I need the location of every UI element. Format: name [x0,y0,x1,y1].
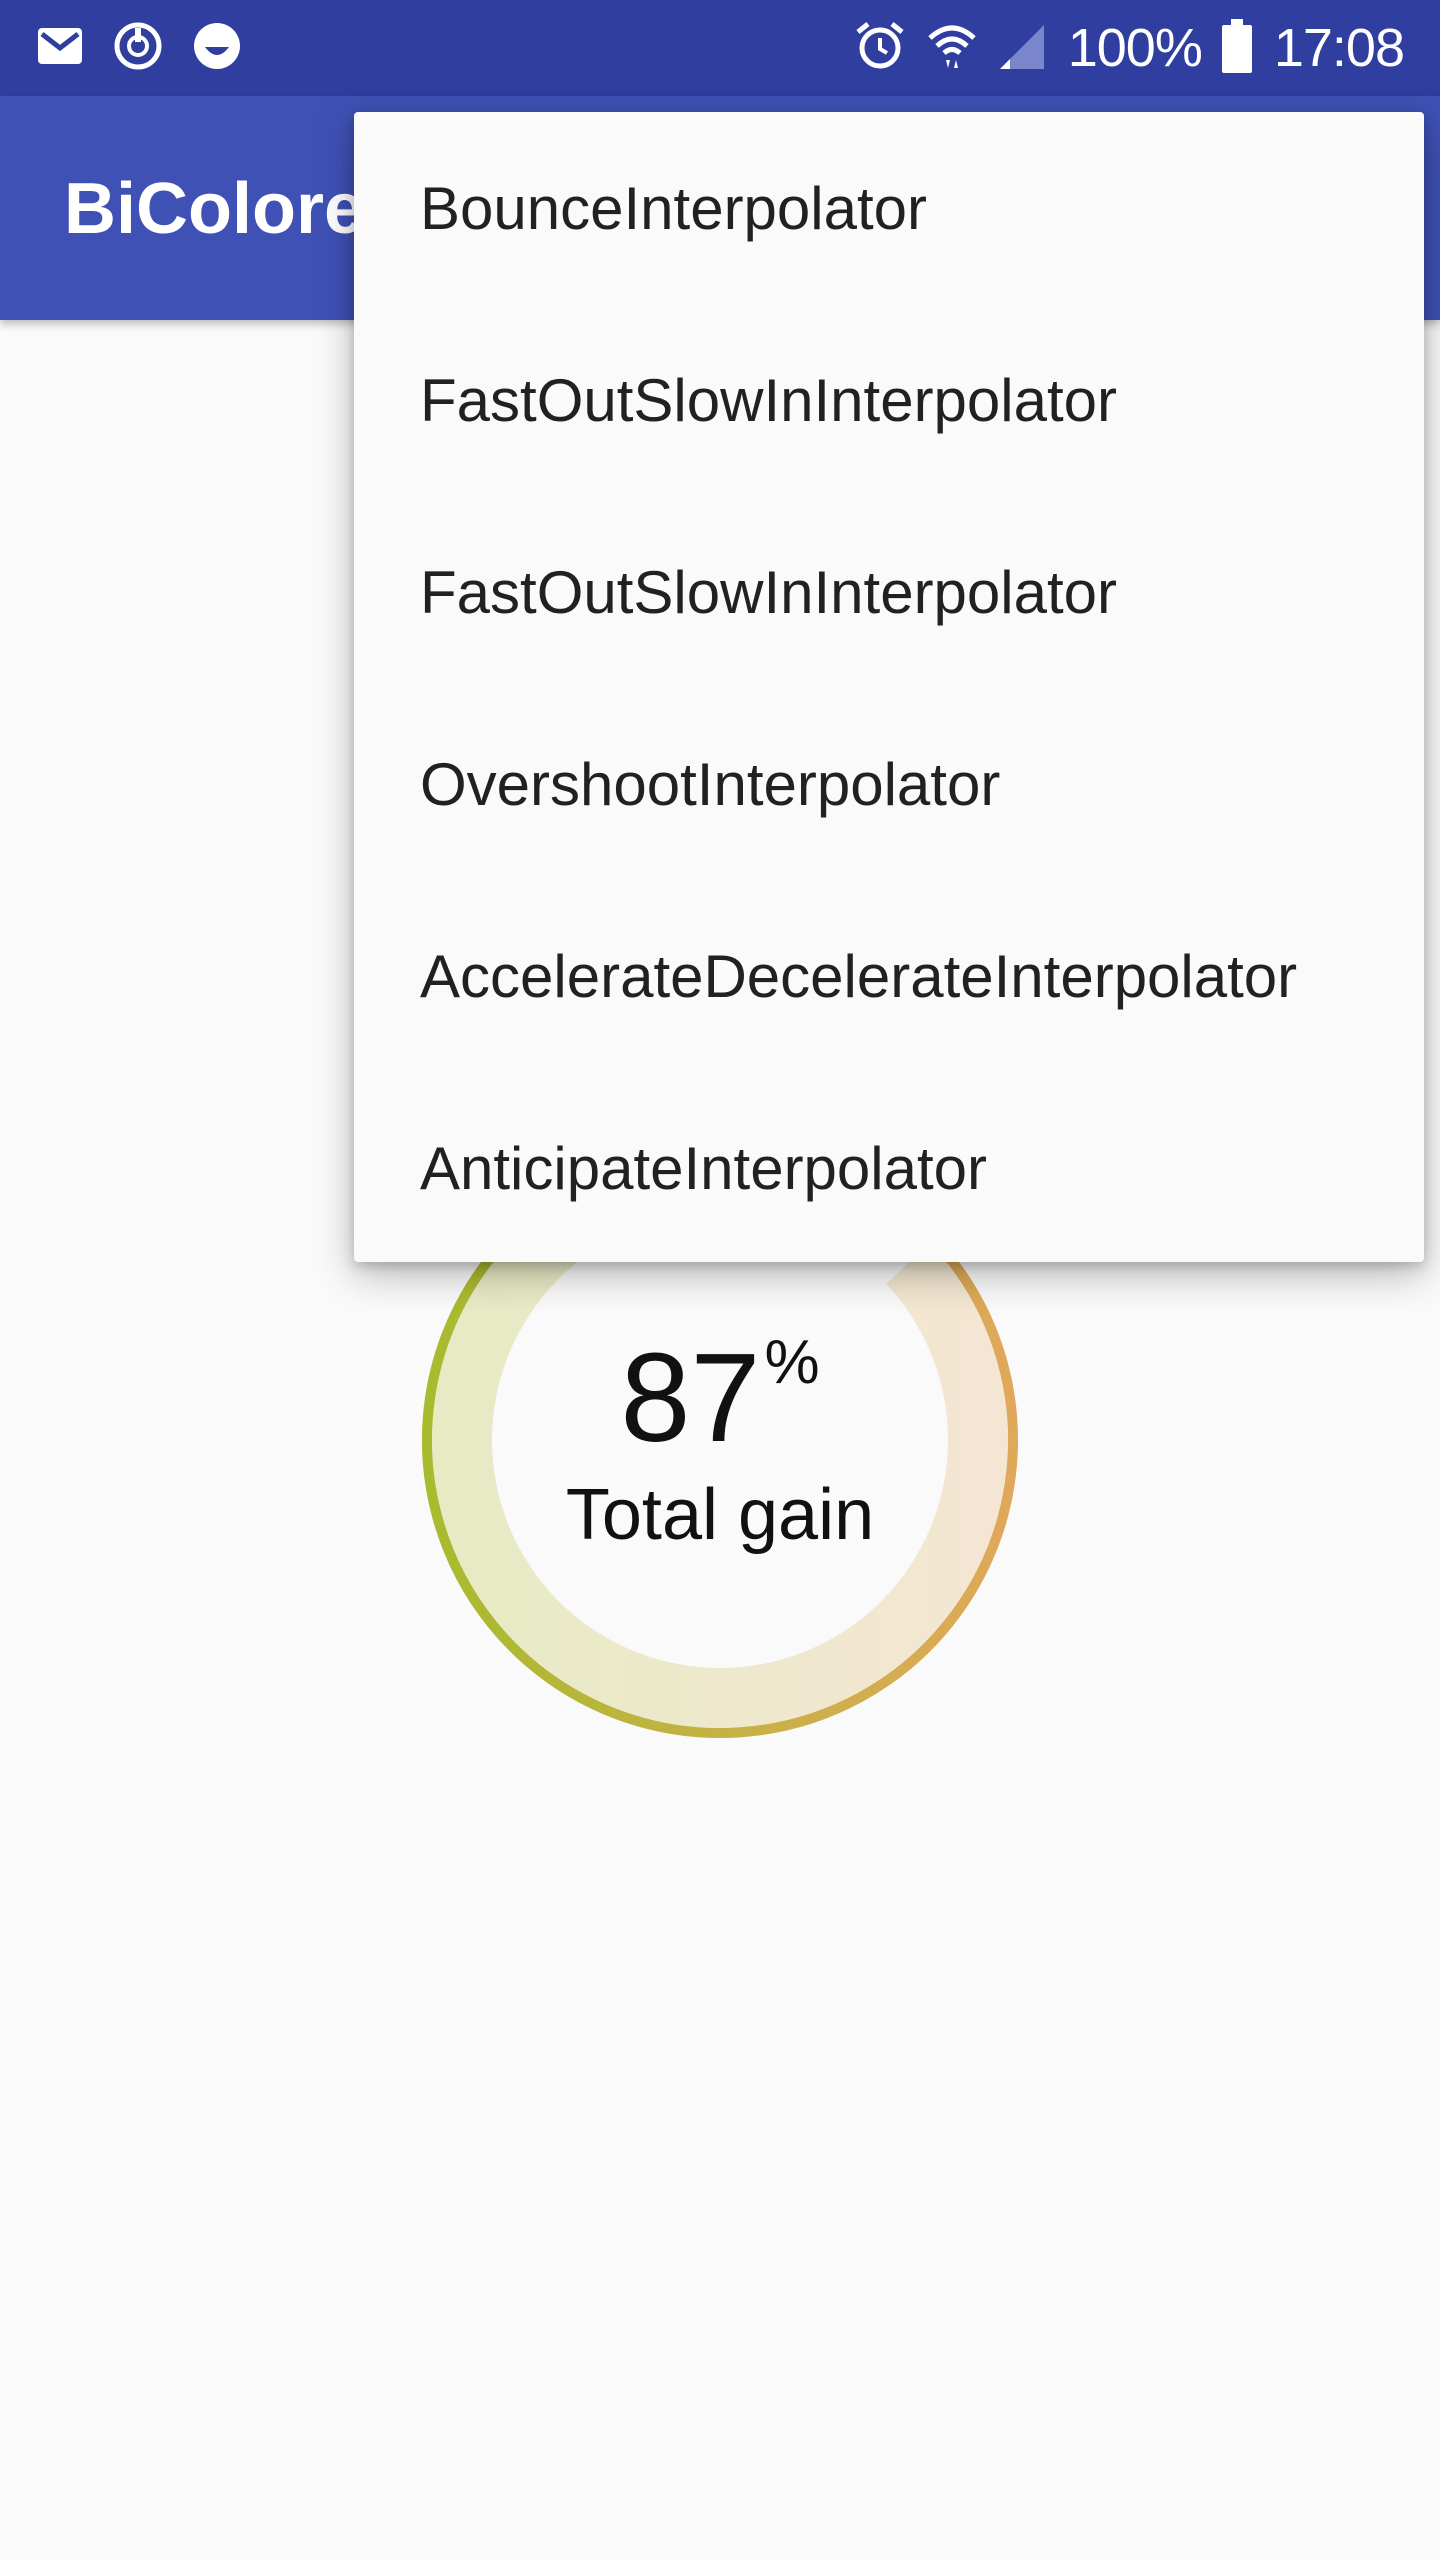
menu-item-anticipate[interactable]: AnticipateInterpolator [354,1072,1424,1264]
gauge-value: 87% [412,1332,1028,1461]
signal-icon [998,21,1046,76]
battery-percent: 100% [1067,18,1203,78]
gauge-label: Total gain [565,1475,875,1555]
smiley-icon [192,21,242,76]
status-right-icons: 100% 17:08 [834,17,1405,79]
clock: 17:08 [1273,18,1405,78]
interpolator-menu: BounceInterpolator FastOutSlowInInterpol… [354,112,1424,1262]
menu-item-overshoot[interactable]: OvershootInterpolator [354,688,1424,880]
alarm-icon [854,20,906,77]
menu-item-fast-out-slow-in-2[interactable]: FastOutSlowInInterpolator [354,496,1424,688]
menu-item-accelerate-decelerate[interactable]: AccelerateDecelerateInterpolator [354,880,1424,1072]
battery-icon [1221,18,1252,78]
menu-item-fast-out-slow-in[interactable]: FastOutSlowInInterpolator [354,304,1424,496]
gauge-unit: % [764,1328,820,1397]
sync-icon [112,20,164,77]
gauge-number: 87 [620,1327,761,1468]
mail-icon [36,26,84,71]
menu-item-bounce[interactable]: BounceInterpolator [354,112,1424,304]
status-bar: 100% 17:08 [0,0,1440,96]
status-left-icons [36,20,270,77]
wifi-icon [926,20,978,77]
